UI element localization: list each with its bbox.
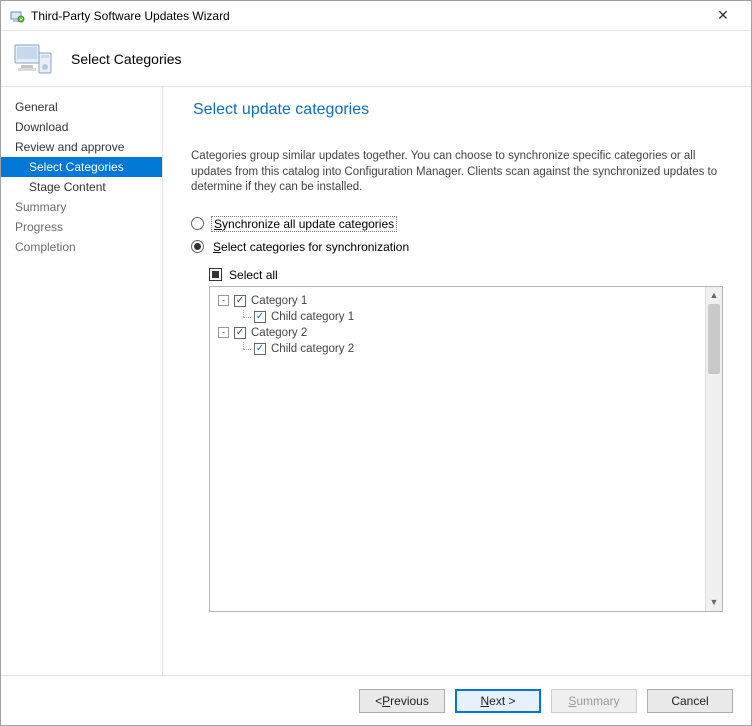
header-icon <box>13 39 57 79</box>
nav-item-download[interactable]: Download <box>1 117 162 137</box>
nav-item-general[interactable]: General <box>1 97 162 117</box>
radio-icon <box>191 217 204 230</box>
select-all-label: Select all <box>229 268 278 282</box>
summary-button: Summary <box>551 689 637 713</box>
previous-button[interactable]: < Previous <box>359 689 445 713</box>
tree-node[interactable]: - Category 2 <box>214 325 701 341</box>
nav-item-progress[interactable]: Progress <box>1 217 162 237</box>
nav-item-completion[interactable]: Completion <box>1 237 162 257</box>
radio-sync-all-label: Synchronize all update categories <box>211 216 397 232</box>
page-description: Categories group similar updates togethe… <box>191 149 723 196</box>
app-icon <box>9 8 25 24</box>
window-title: Third-Party Software Updates Wizard <box>31 9 703 23</box>
select-all-checkbox[interactable]: Select all <box>209 268 723 282</box>
tree-scrollbar[interactable]: ▲ ▼ <box>705 287 722 611</box>
content-pane: Select update categories Categories grou… <box>163 87 751 675</box>
expander-icon[interactable]: - <box>218 327 229 338</box>
tristate-checkbox-icon <box>209 268 222 281</box>
nav-item-summary[interactable]: Summary <box>1 197 162 217</box>
close-icon: ✕ <box>717 7 729 24</box>
tree-node[interactable]: Child category 1 <box>214 309 701 325</box>
radio-icon <box>191 240 204 253</box>
nav-item-select-categories[interactable]: Select Categories <box>1 157 162 177</box>
category-tree: - Category 1 Child category 1 - Category… <box>209 286 723 612</box>
titlebar: Third-Party Software Updates Wizard ✕ <box>1 1 751 31</box>
checkbox-icon[interactable] <box>254 343 266 355</box>
scroll-track[interactable] <box>706 304 722 594</box>
tree-node[interactable]: Child category 2 <box>214 341 701 357</box>
header-title: Select Categories <box>71 51 182 67</box>
next-button[interactable]: Next > <box>455 689 541 713</box>
checkbox-icon[interactable] <box>254 311 266 323</box>
radio-sync-all[interactable]: Synchronize all update categories <box>191 216 723 232</box>
scroll-thumb[interactable] <box>708 304 720 374</box>
checkbox-icon[interactable] <box>234 327 246 339</box>
wizard-header: Select Categories <box>1 31 751 87</box>
wizard-body: General Download Review and approve Sele… <box>1 87 751 675</box>
tree-guide-icon <box>238 310 252 324</box>
radio-select-categories[interactable]: Select categories for synchronization <box>191 240 723 254</box>
tree-node[interactable]: - Category 1 <box>214 293 701 309</box>
wizard-window: Third-Party Software Updates Wizard ✕ Se… <box>0 0 752 726</box>
tree-node-label: Child category 1 <box>271 311 354 323</box>
wizard-nav: General Download Review and approve Sele… <box>1 87 163 675</box>
cancel-button[interactable]: Cancel <box>647 689 733 713</box>
checkbox-icon[interactable] <box>234 295 246 307</box>
tree-guide-icon <box>238 342 252 356</box>
tree-node-label: Child category 2 <box>271 343 354 355</box>
expander-icon[interactable]: - <box>218 295 229 306</box>
tree-node-label: Category 1 <box>251 295 307 307</box>
nav-item-review-approve[interactable]: Review and approve <box>1 137 162 157</box>
nav-item-stage-content[interactable]: Stage Content <box>1 177 162 197</box>
close-button[interactable]: ✕ <box>703 2 743 30</box>
wizard-footer: < Previous Next > Summary Cancel <box>1 675 751 725</box>
scroll-down-icon[interactable]: ▼ <box>706 594 722 611</box>
radio-select-categories-label: Select categories for synchronization <box>211 240 411 254</box>
tree-node-label: Category 2 <box>251 327 307 339</box>
tree-viewport[interactable]: - Category 1 Child category 1 - Category… <box>210 287 705 611</box>
page-title: Select update categories <box>193 101 723 119</box>
scroll-up-icon[interactable]: ▲ <box>706 287 722 304</box>
